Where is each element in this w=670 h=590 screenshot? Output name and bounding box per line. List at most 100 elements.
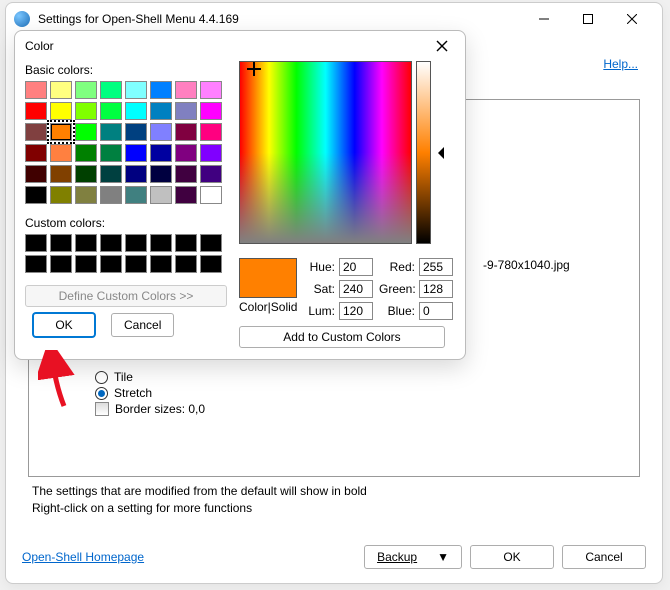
footer-hint-1: The settings that are modified from the … <box>32 483 367 500</box>
basic-color-swatch[interactable] <box>25 144 47 162</box>
basic-color-swatch[interactable] <box>150 165 172 183</box>
custom-color-swatch[interactable] <box>200 234 222 252</box>
basic-color-swatch[interactable] <box>75 123 97 141</box>
basic-color-swatch[interactable] <box>100 186 122 204</box>
color-ok-button[interactable]: OK <box>33 313 95 337</box>
custom-color-swatch[interactable] <box>200 255 222 273</box>
main-ok-button[interactable]: OK <box>470 545 554 569</box>
border-sizes-row[interactable]: Border sizes: 0,0 <box>95 402 205 416</box>
maximize-button[interactable] <box>566 5 610 33</box>
custom-color-swatch[interactable] <box>175 255 197 273</box>
basic-color-swatch[interactable] <box>125 165 147 183</box>
add-to-custom-button[interactable]: Add to Custom Colors <box>239 326 445 348</box>
red-field[interactable] <box>419 258 453 276</box>
basic-color-swatch[interactable] <box>50 81 72 99</box>
basic-color-swatch[interactable] <box>75 81 97 99</box>
basic-color-swatch[interactable] <box>200 102 222 120</box>
lum-field[interactable] <box>339 302 373 320</box>
custom-color-swatch[interactable] <box>100 255 122 273</box>
basic-color-swatch[interactable] <box>125 186 147 204</box>
basic-color-swatch[interactable] <box>75 144 97 162</box>
luminance-slider[interactable] <box>416 61 431 244</box>
basic-color-swatch[interactable] <box>100 123 122 141</box>
green-label: Green: <box>379 282 415 296</box>
homepage-link[interactable]: Open-Shell Homepage <box>22 550 144 564</box>
custom-color-swatch[interactable] <box>125 255 147 273</box>
custom-color-swatch[interactable] <box>75 234 97 252</box>
blue-field[interactable] <box>419 302 453 320</box>
sat-field[interactable] <box>339 280 373 298</box>
define-custom-colors-button[interactable]: Define Custom Colors >> <box>25 285 227 307</box>
basic-color-swatch[interactable] <box>25 81 47 99</box>
main-cancel-button[interactable]: Cancel <box>562 545 646 569</box>
custom-color-swatch[interactable] <box>50 234 72 252</box>
custom-color-swatch[interactable] <box>100 234 122 252</box>
basic-color-swatch[interactable] <box>50 102 72 120</box>
basic-color-swatch[interactable] <box>200 81 222 99</box>
basic-color-swatch[interactable] <box>25 186 47 204</box>
custom-colors-grid <box>25 234 227 273</box>
basic-color-swatch[interactable] <box>25 123 47 141</box>
minimize-button[interactable] <box>522 5 566 33</box>
color-dialog-titlebar[interactable]: Color <box>15 31 465 61</box>
basic-color-swatch[interactable] <box>150 123 172 141</box>
basic-color-swatch[interactable] <box>150 144 172 162</box>
basic-color-swatch[interactable] <box>50 144 72 162</box>
custom-color-swatch[interactable] <box>25 255 47 273</box>
basic-color-swatch[interactable] <box>75 186 97 204</box>
hue-sat-field[interactable] <box>239 61 412 244</box>
basic-color-swatch[interactable] <box>150 186 172 204</box>
basic-color-swatch[interactable] <box>125 123 147 141</box>
basic-color-swatch[interactable] <box>75 165 97 183</box>
basic-color-swatch[interactable] <box>200 123 222 141</box>
basic-color-swatch[interactable] <box>175 81 197 99</box>
basic-color-swatch[interactable] <box>25 165 47 183</box>
tile-radio-row[interactable]: Tile <box>95 370 205 384</box>
custom-color-swatch[interactable] <box>25 234 47 252</box>
sat-label: Sat: <box>307 282 335 296</box>
basic-color-swatch[interactable] <box>100 165 122 183</box>
close-button[interactable] <box>610 5 654 33</box>
custom-color-swatch[interactable] <box>50 255 72 273</box>
basic-color-swatch[interactable] <box>100 102 122 120</box>
color-dialog-close-button[interactable] <box>429 33 455 59</box>
color-dialog-title: Color <box>25 39 429 53</box>
basic-color-swatch[interactable] <box>50 186 72 204</box>
color-cancel-button[interactable]: Cancel <box>111 313 174 337</box>
basic-color-swatch[interactable] <box>200 165 222 183</box>
basic-color-swatch[interactable] <box>175 102 197 120</box>
basic-color-swatch[interactable] <box>50 165 72 183</box>
hue-field[interactable] <box>339 258 373 276</box>
custom-color-swatch[interactable] <box>175 234 197 252</box>
basic-color-swatch[interactable] <box>125 102 147 120</box>
basic-color-swatch[interactable] <box>125 81 147 99</box>
custom-color-swatch[interactable] <box>125 234 147 252</box>
basic-color-swatch[interactable] <box>200 186 222 204</box>
basic-color-swatch[interactable] <box>125 144 147 162</box>
basic-color-swatch[interactable] <box>175 123 197 141</box>
basic-colors-grid <box>25 81 227 204</box>
window-title: Settings for Open-Shell Menu 4.4.169 <box>38 12 522 26</box>
basic-color-swatch[interactable] <box>50 123 72 141</box>
basic-color-swatch[interactable] <box>100 144 122 162</box>
custom-color-swatch[interactable] <box>75 255 97 273</box>
basic-color-swatch[interactable] <box>200 144 222 162</box>
basic-color-swatch[interactable] <box>75 102 97 120</box>
basic-color-swatch[interactable] <box>175 144 197 162</box>
stretch-radio-row[interactable]: Stretch <box>95 386 205 400</box>
custom-colors-label: Custom colors: <box>25 216 227 230</box>
border-icon <box>95 402 109 416</box>
basic-color-swatch[interactable] <box>150 81 172 99</box>
app-icon <box>14 11 30 27</box>
basic-color-swatch[interactable] <box>25 102 47 120</box>
backup-button[interactable]: Backup ▼ <box>364 545 462 569</box>
red-label: Red: <box>379 260 415 274</box>
custom-color-swatch[interactable] <box>150 255 172 273</box>
custom-color-swatch[interactable] <box>150 234 172 252</box>
basic-color-swatch[interactable] <box>100 81 122 99</box>
basic-color-swatch[interactable] <box>175 186 197 204</box>
help-link[interactable]: Help... <box>603 57 638 71</box>
basic-color-swatch[interactable] <box>150 102 172 120</box>
basic-color-swatch[interactable] <box>175 165 197 183</box>
green-field[interactable] <box>419 280 453 298</box>
